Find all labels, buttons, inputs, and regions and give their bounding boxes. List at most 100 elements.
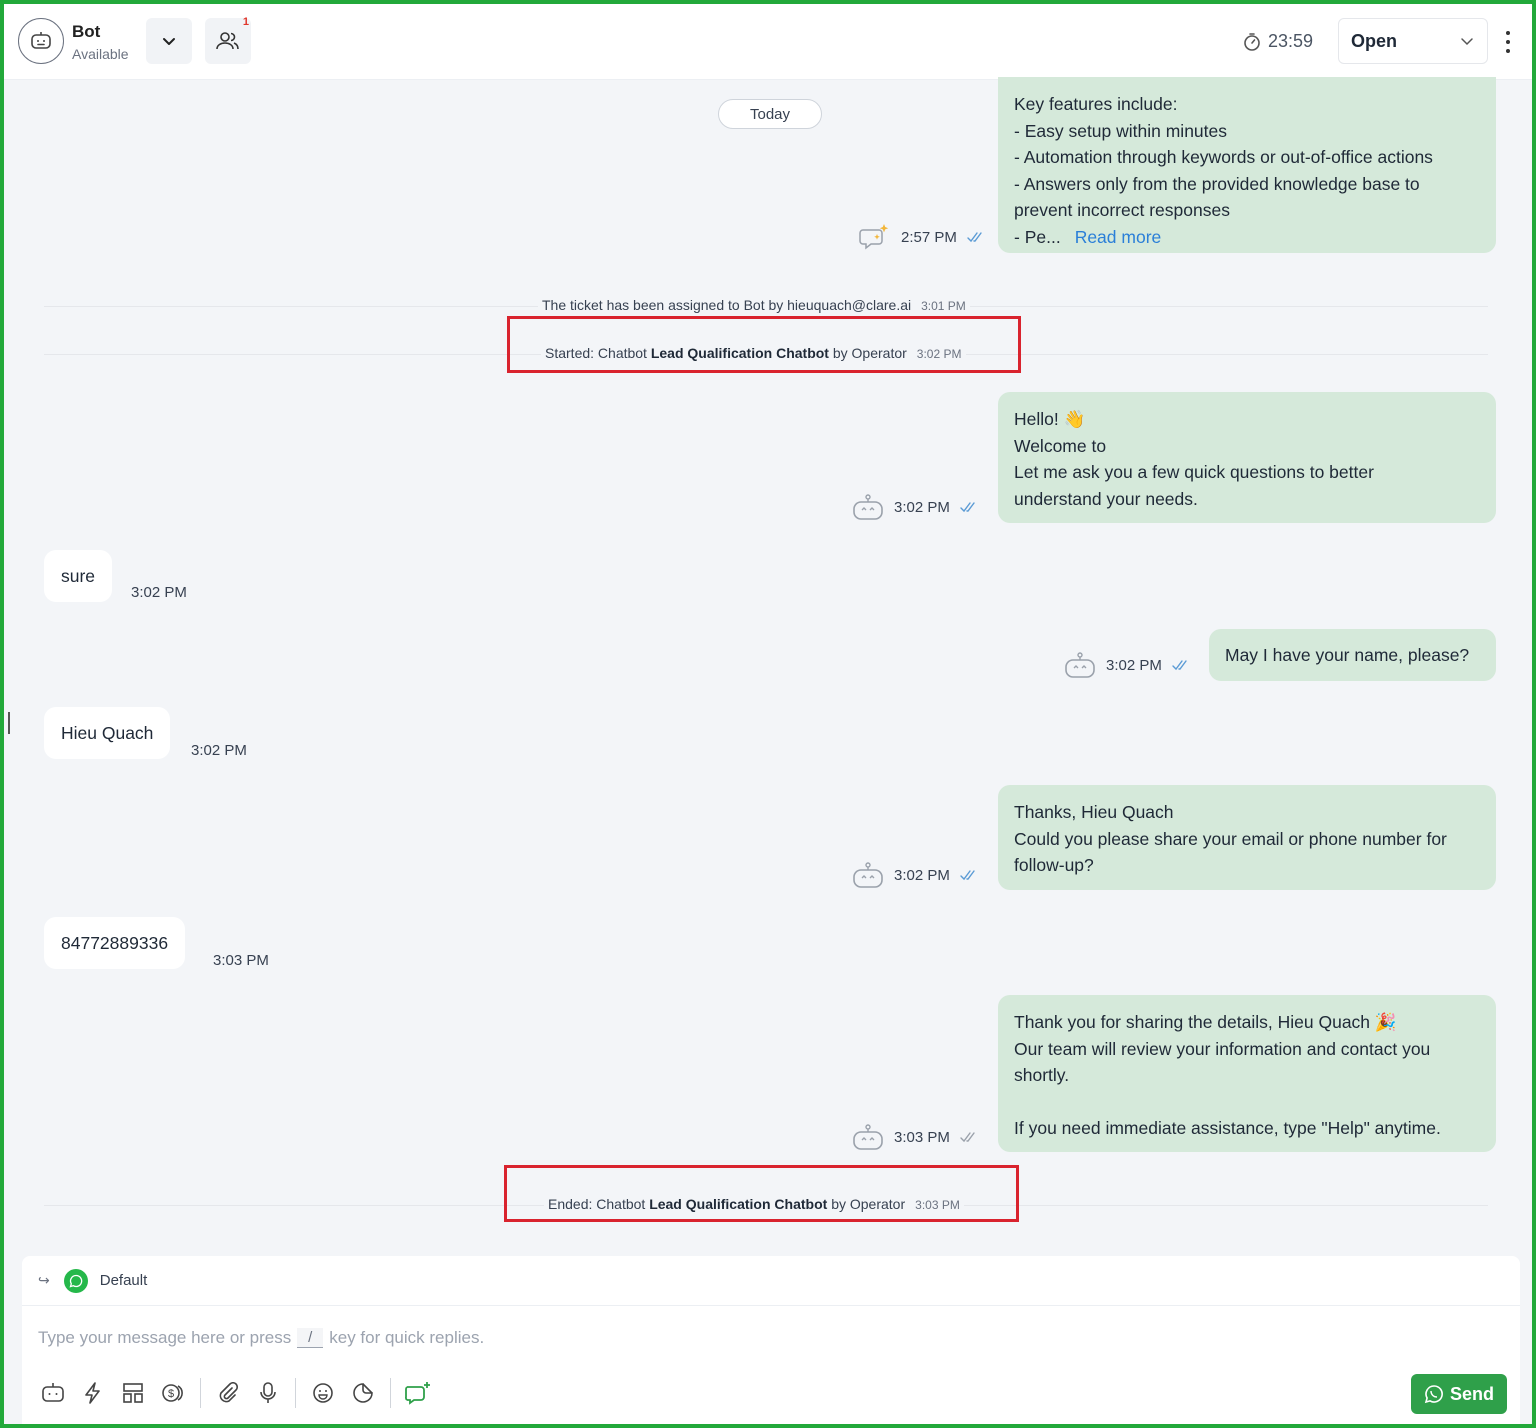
timer-value: 23:59 [1268,31,1314,51]
stopwatch-icon [1244,32,1260,51]
chevron-down-icon [1461,38,1473,46]
placeholder-text: Type your message here or press [38,1328,292,1347]
read-receipt-icon [967,231,985,243]
message-line: Could you please share your email or pho… [1014,828,1447,849]
message-line: prevent incorrect responses [1014,200,1230,220]
outgoing-message: Thanks, Hieu Quach Could you please shar… [998,785,1496,890]
toolbar-divider [295,1378,296,1408]
read-receipt-icon [960,501,978,513]
read-receipt-icon [960,869,978,881]
conversation-header: Bot Available 1 23:59 Open [4,4,1532,80]
message-time: 3:02 PM [894,866,950,884]
composer-toolbar: $ [36,1376,441,1410]
users-icon [216,32,239,50]
message-meta: 2:57 PM [859,223,985,251]
bot-icon [1065,652,1095,678]
bot-icon[interactable] [36,1376,70,1410]
message-text: 84772889336 [61,932,169,953]
quick-reply-key: / [297,1328,324,1348]
message-line: Hello! 👋 [1014,409,1086,429]
placeholder-text: key for quick replies. [329,1328,485,1347]
system-event-text: The ticket has been assigned to Bot by h… [542,297,912,313]
message-line: Let me ask you a few quick questions to … [1014,462,1374,482]
participants-button[interactable]: 1 [205,16,251,64]
message-time: 3:02 PM [131,584,187,601]
send-label: Send [1449,1383,1494,1404]
message-line: Thanks, Hieu Quach [1014,802,1174,822]
template-icon[interactable] [116,1376,150,1410]
toolbar-divider [200,1378,201,1408]
date-divider: Today [718,99,822,129]
bot-icon [31,32,51,49]
highlight-box [507,316,1021,373]
whatsapp-icon [63,1268,88,1293]
message-line: understand your needs. [1014,488,1198,509]
message-meta: 3:02 PM [1064,651,1190,679]
highlight-box [504,1165,1019,1222]
incoming-message: Hieu Quach [44,707,171,759]
resize-handle[interactable] [8,712,10,734]
attachment-icon[interactable] [211,1376,245,1410]
bot-avatar[interactable] [18,18,64,64]
channel-name: Default [99,1272,148,1289]
ai-compose-icon[interactable] [401,1376,435,1410]
message-line: - Automation through keywords or out-of-… [1014,147,1433,167]
chevron-down-icon [163,38,175,45]
payment-icon[interactable]: $ [156,1376,190,1410]
send-button[interactable]: Send [1411,1374,1507,1414]
message-line: - Easy setup within minutes [1014,120,1228,141]
message-time: 3:02 PM [1106,656,1162,674]
emoji-icon[interactable] [306,1376,340,1410]
app-frame: Bot Available 1 23:59 Open Today Key fea… [0,0,1536,1428]
bot-icon [853,862,883,888]
message-text: Hieu Quach [61,722,154,743]
system-event: The ticket has been assigned to Bot by h… [538,297,970,313]
message-time: 3:02 PM [894,498,950,516]
message-time: 3:02 PM [191,742,247,759]
message-meta: 3:02 PM [852,493,978,521]
reply-arrow-icon: ↪ [38,1272,50,1288]
message-line: shortly. [1014,1065,1070,1085]
message-line: follow-up? [1014,855,1094,875]
bot-icon [853,494,883,520]
outgoing-message: Key features include: - Easy setup withi… [998,77,1496,253]
agent-name: Bot [72,22,101,41]
agent-status: Available [72,46,129,62]
message-line: May I have your name, please? [1225,644,1470,665]
message-line: Thank you for sharing the details, Hieu … [1014,1012,1397,1032]
ai-sparkle-chat-icon [859,224,889,250]
message-line: - Answers only from the provided knowled… [1014,173,1420,194]
ticket-status-value: Open [1351,30,1398,51]
ticket-status-select[interactable]: Open [1338,18,1488,64]
system-event-time: 3:01 PM [921,299,966,313]
incoming-message: sure [44,550,113,602]
message-line: If you need immediate assistance, type "… [1014,1117,1441,1138]
lightning-icon[interactable] [76,1376,110,1410]
message-input[interactable]: Type your message here or press / key fo… [38,1328,484,1348]
channel-selector[interactable]: ↪ Default [22,1256,1520,1306]
outgoing-message: May I have your name, please? [1209,629,1496,681]
read-receipt-icon [1172,659,1190,671]
truncated-line: - Pe... [1014,226,1061,247]
message-composer: ↪ Default Type your message here or pres… [22,1256,1520,1424]
outgoing-message: Thank you for sharing the details, Hieu … [998,995,1496,1152]
message-line: Welcome to [1014,435,1107,456]
whatsapp-icon [1424,1385,1443,1404]
agent-dropdown-button[interactable] [146,18,192,64]
outgoing-message: Hello! 👋 Welcome to Let me ask you a few… [998,392,1496,523]
message-time: 3:03 PM [894,1128,950,1146]
bot-icon [853,1124,883,1150]
sticker-icon[interactable] [346,1376,380,1410]
message-line: Our team will review your information an… [1014,1038,1431,1059]
message-line [1014,1089,1480,1115]
more-options-button[interactable] [1500,28,1516,56]
participants-badge: 1 [242,16,249,28]
message-list: Today Key features include: - Easy setup… [4,77,1532,1253]
toolbar-divider [390,1378,391,1408]
message-text: sure [61,565,96,586]
message-time: 3:03 PM [213,952,269,969]
microphone-icon[interactable] [251,1376,285,1410]
svg-text:$: $ [168,1388,174,1400]
read-more-link[interactable]: Read more [1075,227,1162,247]
read-receipt-icon [960,1131,978,1143]
